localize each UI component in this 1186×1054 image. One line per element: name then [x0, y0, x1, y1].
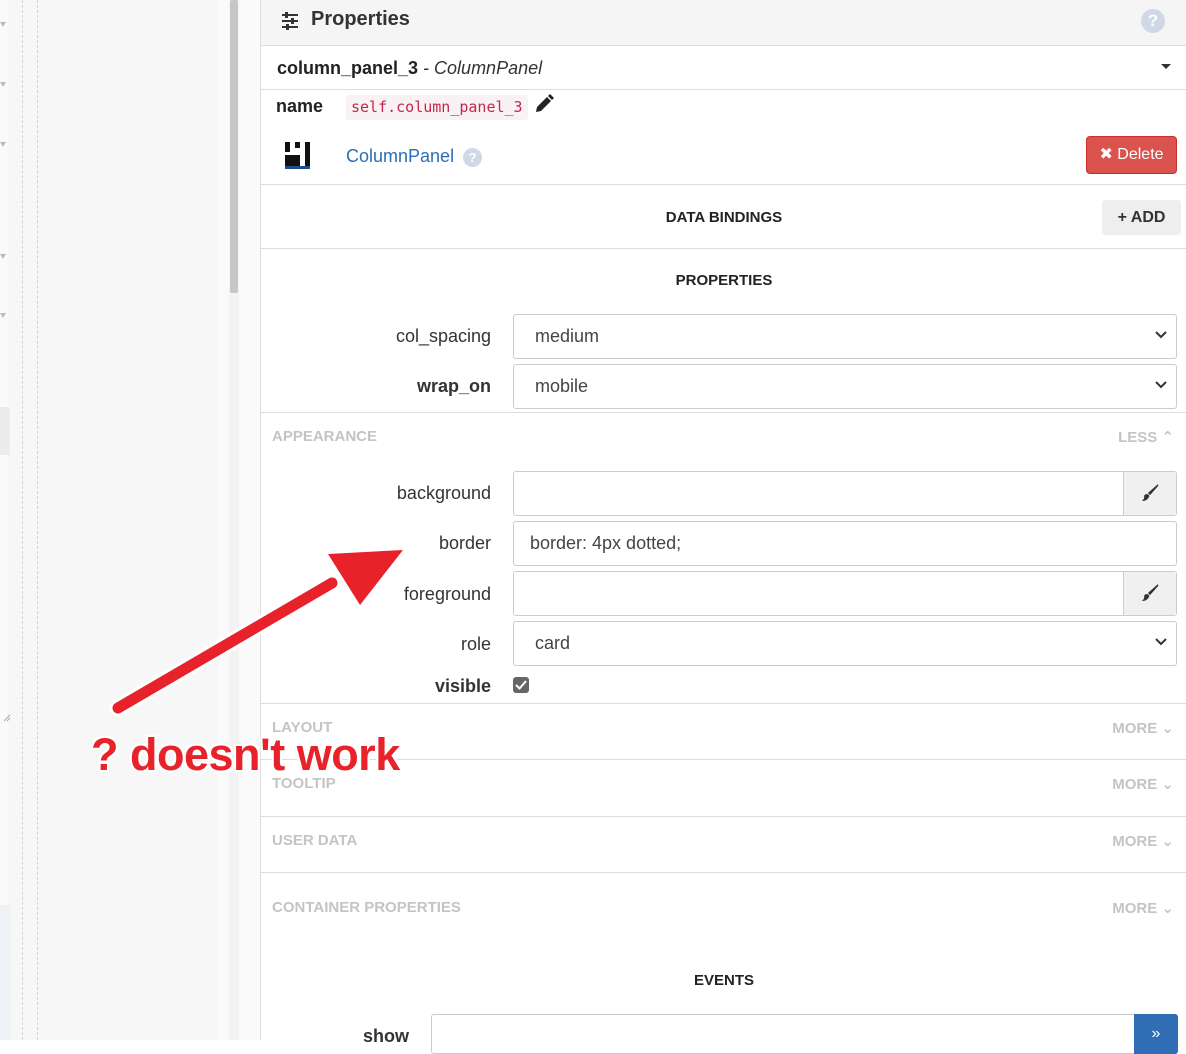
- component-separator: -: [418, 58, 435, 78]
- visible-label: visible: [434, 676, 491, 696]
- canvas-guide-line: [37, 0, 38, 1040]
- designer-canvas-area: [0, 0, 260, 1040]
- component-selector[interactable]: column_panel_3 - ColumnPanel: [261, 46, 1186, 90]
- container-properties-group-title: CONTAINER PROPERTIES: [272, 899, 461, 916]
- border-label: border: [438, 533, 491, 553]
- divider: [261, 816, 1186, 817]
- show-event-label: show: [362, 1026, 409, 1046]
- role-value: card: [535, 633, 571, 653]
- collapse-arrow-icon[interactable]: [0, 142, 6, 147]
- annotation-text: ? doesn't work: [91, 729, 400, 780]
- scrollbar-thumb[interactable]: [230, 0, 238, 293]
- background-label: background: [396, 483, 491, 503]
- collapse-arrow-icon[interactable]: [0, 313, 6, 318]
- role-label: role: [460, 634, 491, 654]
- component-name-label: column_panel_3 - ColumnPanel: [277, 58, 542, 79]
- chevron-down-icon: [1155, 331, 1167, 339]
- form-canvas: [8, 0, 218, 1040]
- divider: [261, 412, 1186, 413]
- data-bindings-title: DATA BINDINGS: [665, 209, 783, 226]
- paintbrush-icon: [1142, 584, 1159, 601]
- color-picker-button[interactable]: [1123, 572, 1176, 615]
- border-input[interactable]: border: 4px dotted;: [513, 521, 1177, 566]
- sliders-icon: [282, 12, 298, 30]
- color-picker-button[interactable]: [1123, 472, 1176, 515]
- chevron-down-icon: [1155, 381, 1167, 389]
- columnpanel-doc-link[interactable]: ColumnPanel: [346, 146, 454, 167]
- col-spacing-label: col_spacing: [395, 326, 491, 346]
- border-value: border: 4px dotted;: [530, 533, 682, 553]
- collapse-arrow-icon[interactable]: [0, 22, 6, 27]
- panel-header: Properties ?: [261, 0, 1186, 46]
- panel-title: Properties: [311, 8, 410, 30]
- show-event-button[interactable]: »: [1134, 1014, 1178, 1054]
- col-spacing-value: medium: [535, 326, 600, 346]
- show-event-input[interactable]: [431, 1014, 1177, 1054]
- component-type: ColumnPanel: [434, 58, 543, 78]
- collapse-arrow-icon[interactable]: [0, 254, 6, 259]
- add-binding-button[interactable]: + ADD: [1102, 200, 1181, 235]
- layout-more-toggle[interactable]: MORE ⌄: [1112, 719, 1174, 737]
- chevron-down-icon: [1155, 638, 1167, 646]
- name-value: self.column_panel_3: [346, 95, 528, 120]
- events-title: EVENTS: [693, 972, 754, 989]
- container-properties-more-toggle[interactable]: MORE ⌄: [1112, 899, 1174, 917]
- appearance-less-toggle[interactable]: LESS ⌃: [1118, 428, 1174, 446]
- user-data-group-title: USER DATA: [272, 832, 358, 849]
- wrap-on-select[interactable]: mobile: [513, 364, 1177, 409]
- checkmark-icon: [515, 680, 527, 690]
- pencil-icon[interactable]: [534, 94, 554, 114]
- resize-grip-icon[interactable]: [3, 712, 11, 722]
- visible-checkbox[interactable]: [513, 677, 529, 693]
- help-icon[interactable]: ?: [463, 148, 482, 167]
- delete-button[interactable]: ✖ Delete: [1086, 136, 1177, 174]
- col-spacing-select[interactable]: medium: [513, 314, 1177, 359]
- component-name: column_panel_3: [277, 58, 419, 78]
- wrap-on-value: mobile: [535, 376, 589, 396]
- canvas-component[interactable]: [0, 407, 10, 455]
- annotation-arrow: [109, 547, 406, 717]
- wrap-on-label: wrap_on: [416, 376, 491, 396]
- paintbrush-icon: [1142, 484, 1159, 501]
- collapse-arrow-icon[interactable]: [0, 82, 6, 87]
- properties-panel: Properties ? column_panel_3 - ColumnPane…: [260, 0, 1186, 1054]
- divider: [261, 184, 1186, 185]
- foreground-input[interactable]: [513, 571, 1177, 616]
- divider: [261, 872, 1186, 873]
- caret-down-icon[interactable]: [1161, 64, 1171, 69]
- canvas-component[interactable]: [0, 905, 10, 1040]
- name-label: name: [276, 96, 324, 116]
- help-icon[interactable]: ?: [1141, 9, 1165, 33]
- tooltip-more-toggle[interactable]: MORE ⌄: [1112, 775, 1174, 793]
- properties-title: PROPERTIES: [675, 272, 773, 289]
- user-data-more-toggle[interactable]: MORE ⌄: [1112, 832, 1174, 850]
- appearance-group-title: APPEARANCE: [272, 428, 378, 445]
- background-input[interactable]: [513, 471, 1177, 516]
- canvas-guide-line: [22, 0, 23, 1040]
- divider: [261, 248, 1186, 249]
- role-select[interactable]: card: [513, 621, 1177, 666]
- column-panel-icon: [285, 142, 310, 169]
